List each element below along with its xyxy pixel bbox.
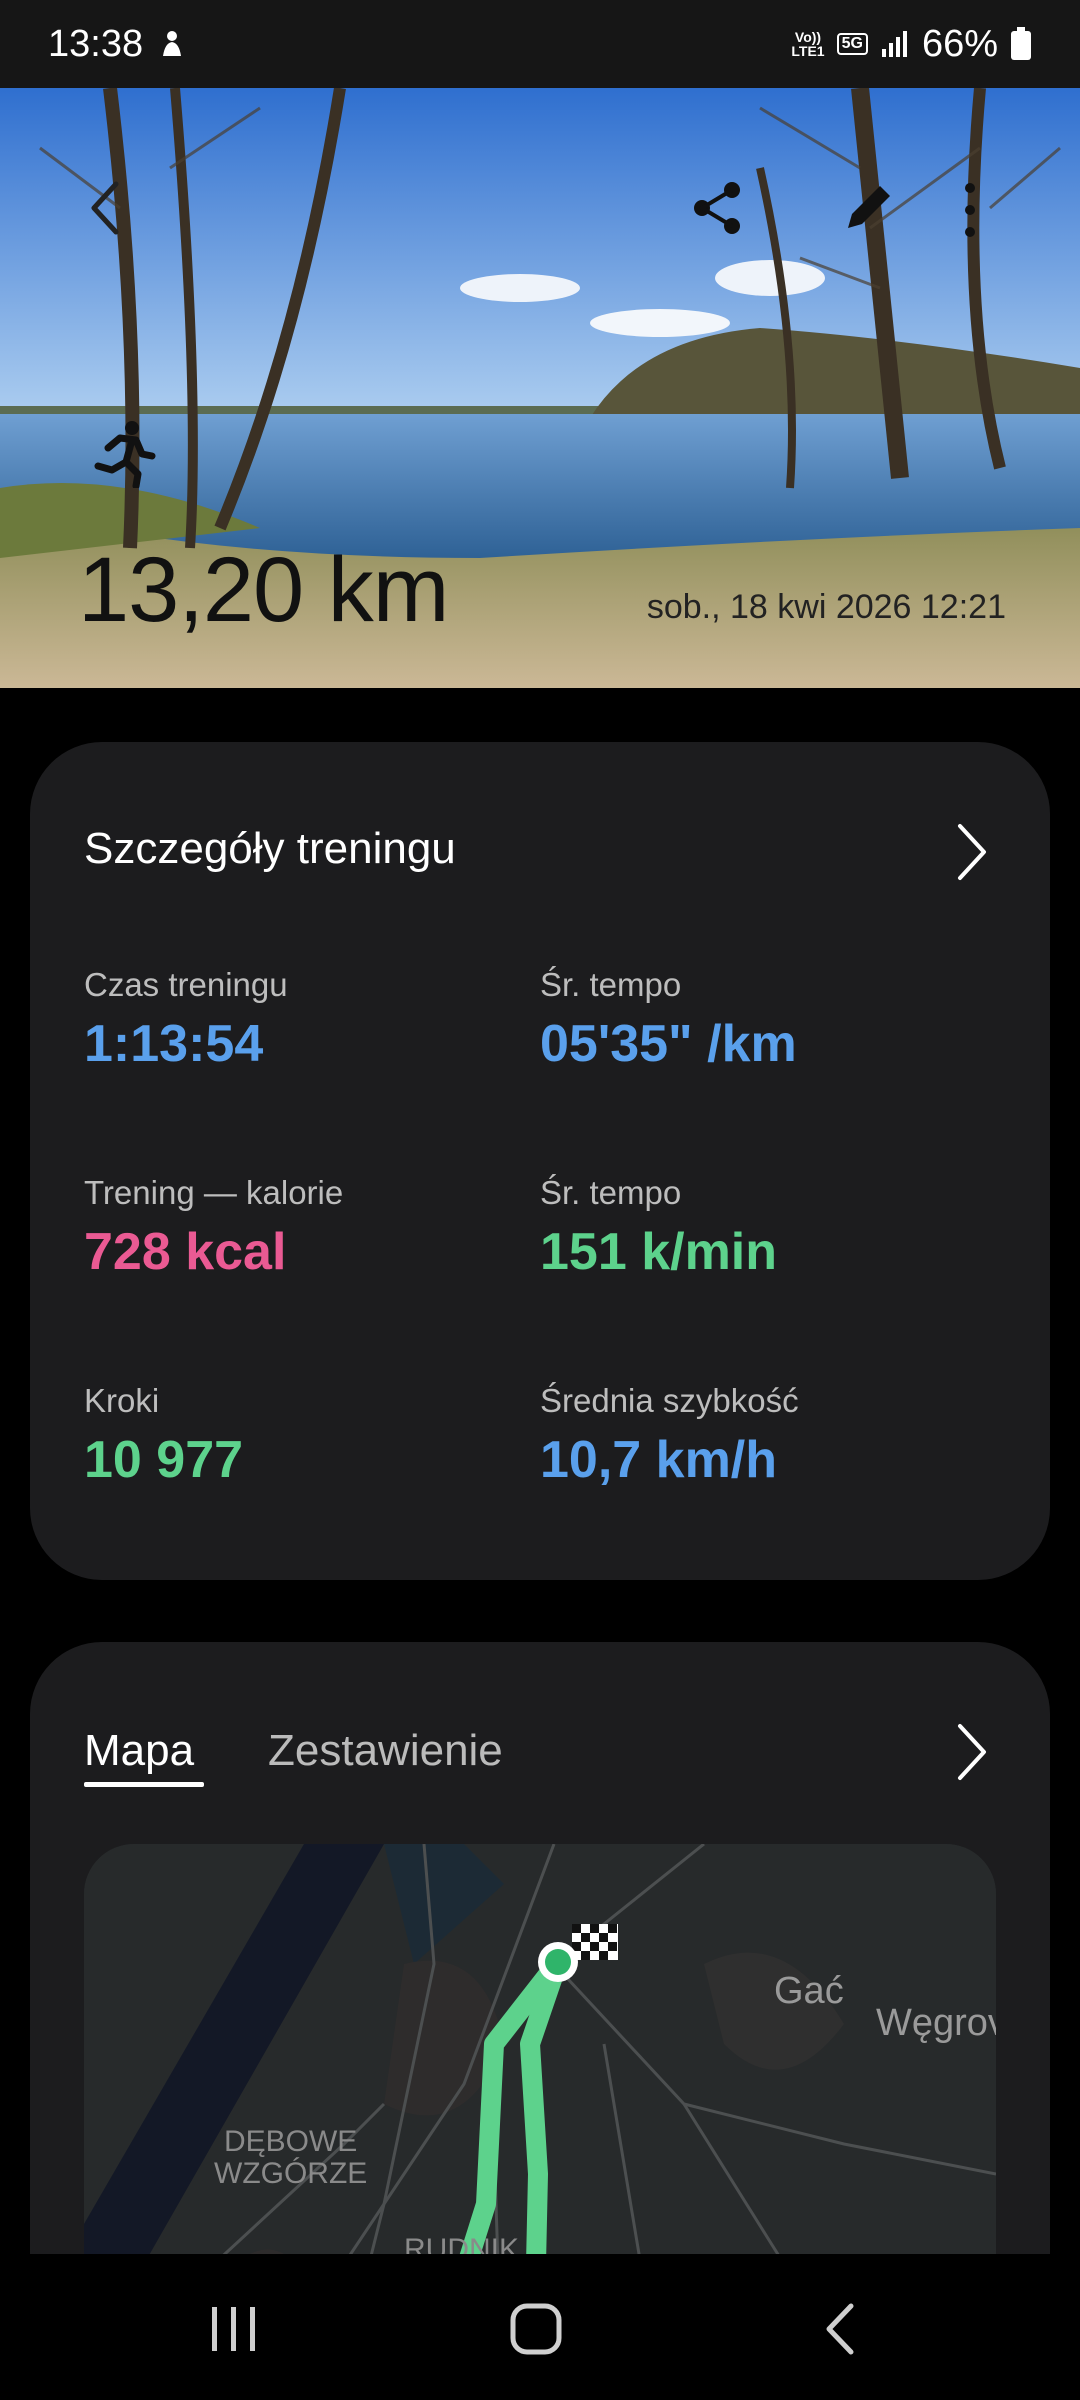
metric-label: Śr. tempo [540, 966, 682, 1003]
lte-label: LTE1 [791, 43, 825, 59]
calories-value: 728 kcal [84, 1223, 287, 1281]
volte-indicator: Vo)) LTE1 [791, 30, 824, 58]
battery-icon [1011, 27, 1031, 60]
workout-distance: 13,20 km [78, 539, 449, 641]
metric-label: Śr. tempo [540, 1174, 682, 1211]
recent-apps-icon [212, 2307, 255, 2351]
chevron-right-icon[interactable] [952, 822, 992, 882]
edit-icon[interactable] [840, 180, 896, 236]
status-bar: 13:38 Vo)) LTE1 5G 66% [0, 0, 1080, 88]
tab-active-indicator [84, 1782, 204, 1787]
map-label-wegrow: Węgrov [876, 2002, 996, 2044]
tab-map[interactable]: Mapa [84, 1726, 194, 1776]
status-time: 13:38 [48, 22, 144, 65]
status-indicators: Vo)) LTE1 5G 66% [791, 23, 1032, 66]
steps-value: 10 977 [84, 1431, 244, 1489]
metric-label: Trening — kalorie [84, 1174, 344, 1211]
back-nav-icon [826, 2303, 854, 2355]
cadence-value: 151 k/min [540, 1223, 778, 1281]
person-icon [163, 31, 182, 56]
navigation-bar [0, 2254, 1080, 2400]
finish-flag-icon [572, 1924, 618, 1960]
avg-speed-value: 10,7 km/h [540, 1431, 778, 1489]
chevron-right-icon[interactable] [952, 1722, 992, 1782]
workout-time-value: 1:13:54 [84, 1015, 264, 1073]
map-label-debowe: DĘBOWE WZGÓRZE [214, 2126, 367, 2190]
network-badge: 5G [836, 33, 868, 55]
workout-hero: 13,20 km sob., 18 kwi 2026 12:21 [0, 88, 1080, 688]
tab-summary[interactable]: Zestawienie [268, 1726, 503, 1776]
workout-details-card[interactable]: Szczegóły treningu Czas treningu 1:13:54… [30, 742, 1050, 1580]
metric-label: Średnia szybkość [540, 1382, 799, 1419]
back-icon[interactable] [86, 178, 126, 238]
share-icon[interactable] [690, 180, 746, 236]
map-label-gac: Gać [774, 1970, 844, 2012]
workout-datetime: sob., 18 kwi 2026 12:21 [646, 588, 1006, 626]
metric-label: Czas treningu [84, 966, 288, 1003]
details-title: Szczegóły treningu [84, 824, 456, 873]
running-icon [94, 421, 156, 488]
volte-label: Vo)) [794, 29, 822, 45]
recent-apps-button[interactable] [184, 2294, 284, 2364]
signal-icon [881, 31, 907, 57]
avg-pace-value: 05'35" /km [540, 1015, 797, 1073]
map-label-debowe-line2: WZGÓRZE [214, 2157, 368, 2190]
map-label-debowe-line1: DĘBOWE [223, 2125, 358, 2158]
home-icon [510, 2303, 562, 2355]
home-button[interactable] [486, 2294, 586, 2364]
metric-label: Kroki [84, 1382, 160, 1419]
more-icon[interactable] [958, 180, 982, 240]
battery-percent: 66% [921, 22, 998, 65]
back-nav-button[interactable] [790, 2294, 890, 2364]
